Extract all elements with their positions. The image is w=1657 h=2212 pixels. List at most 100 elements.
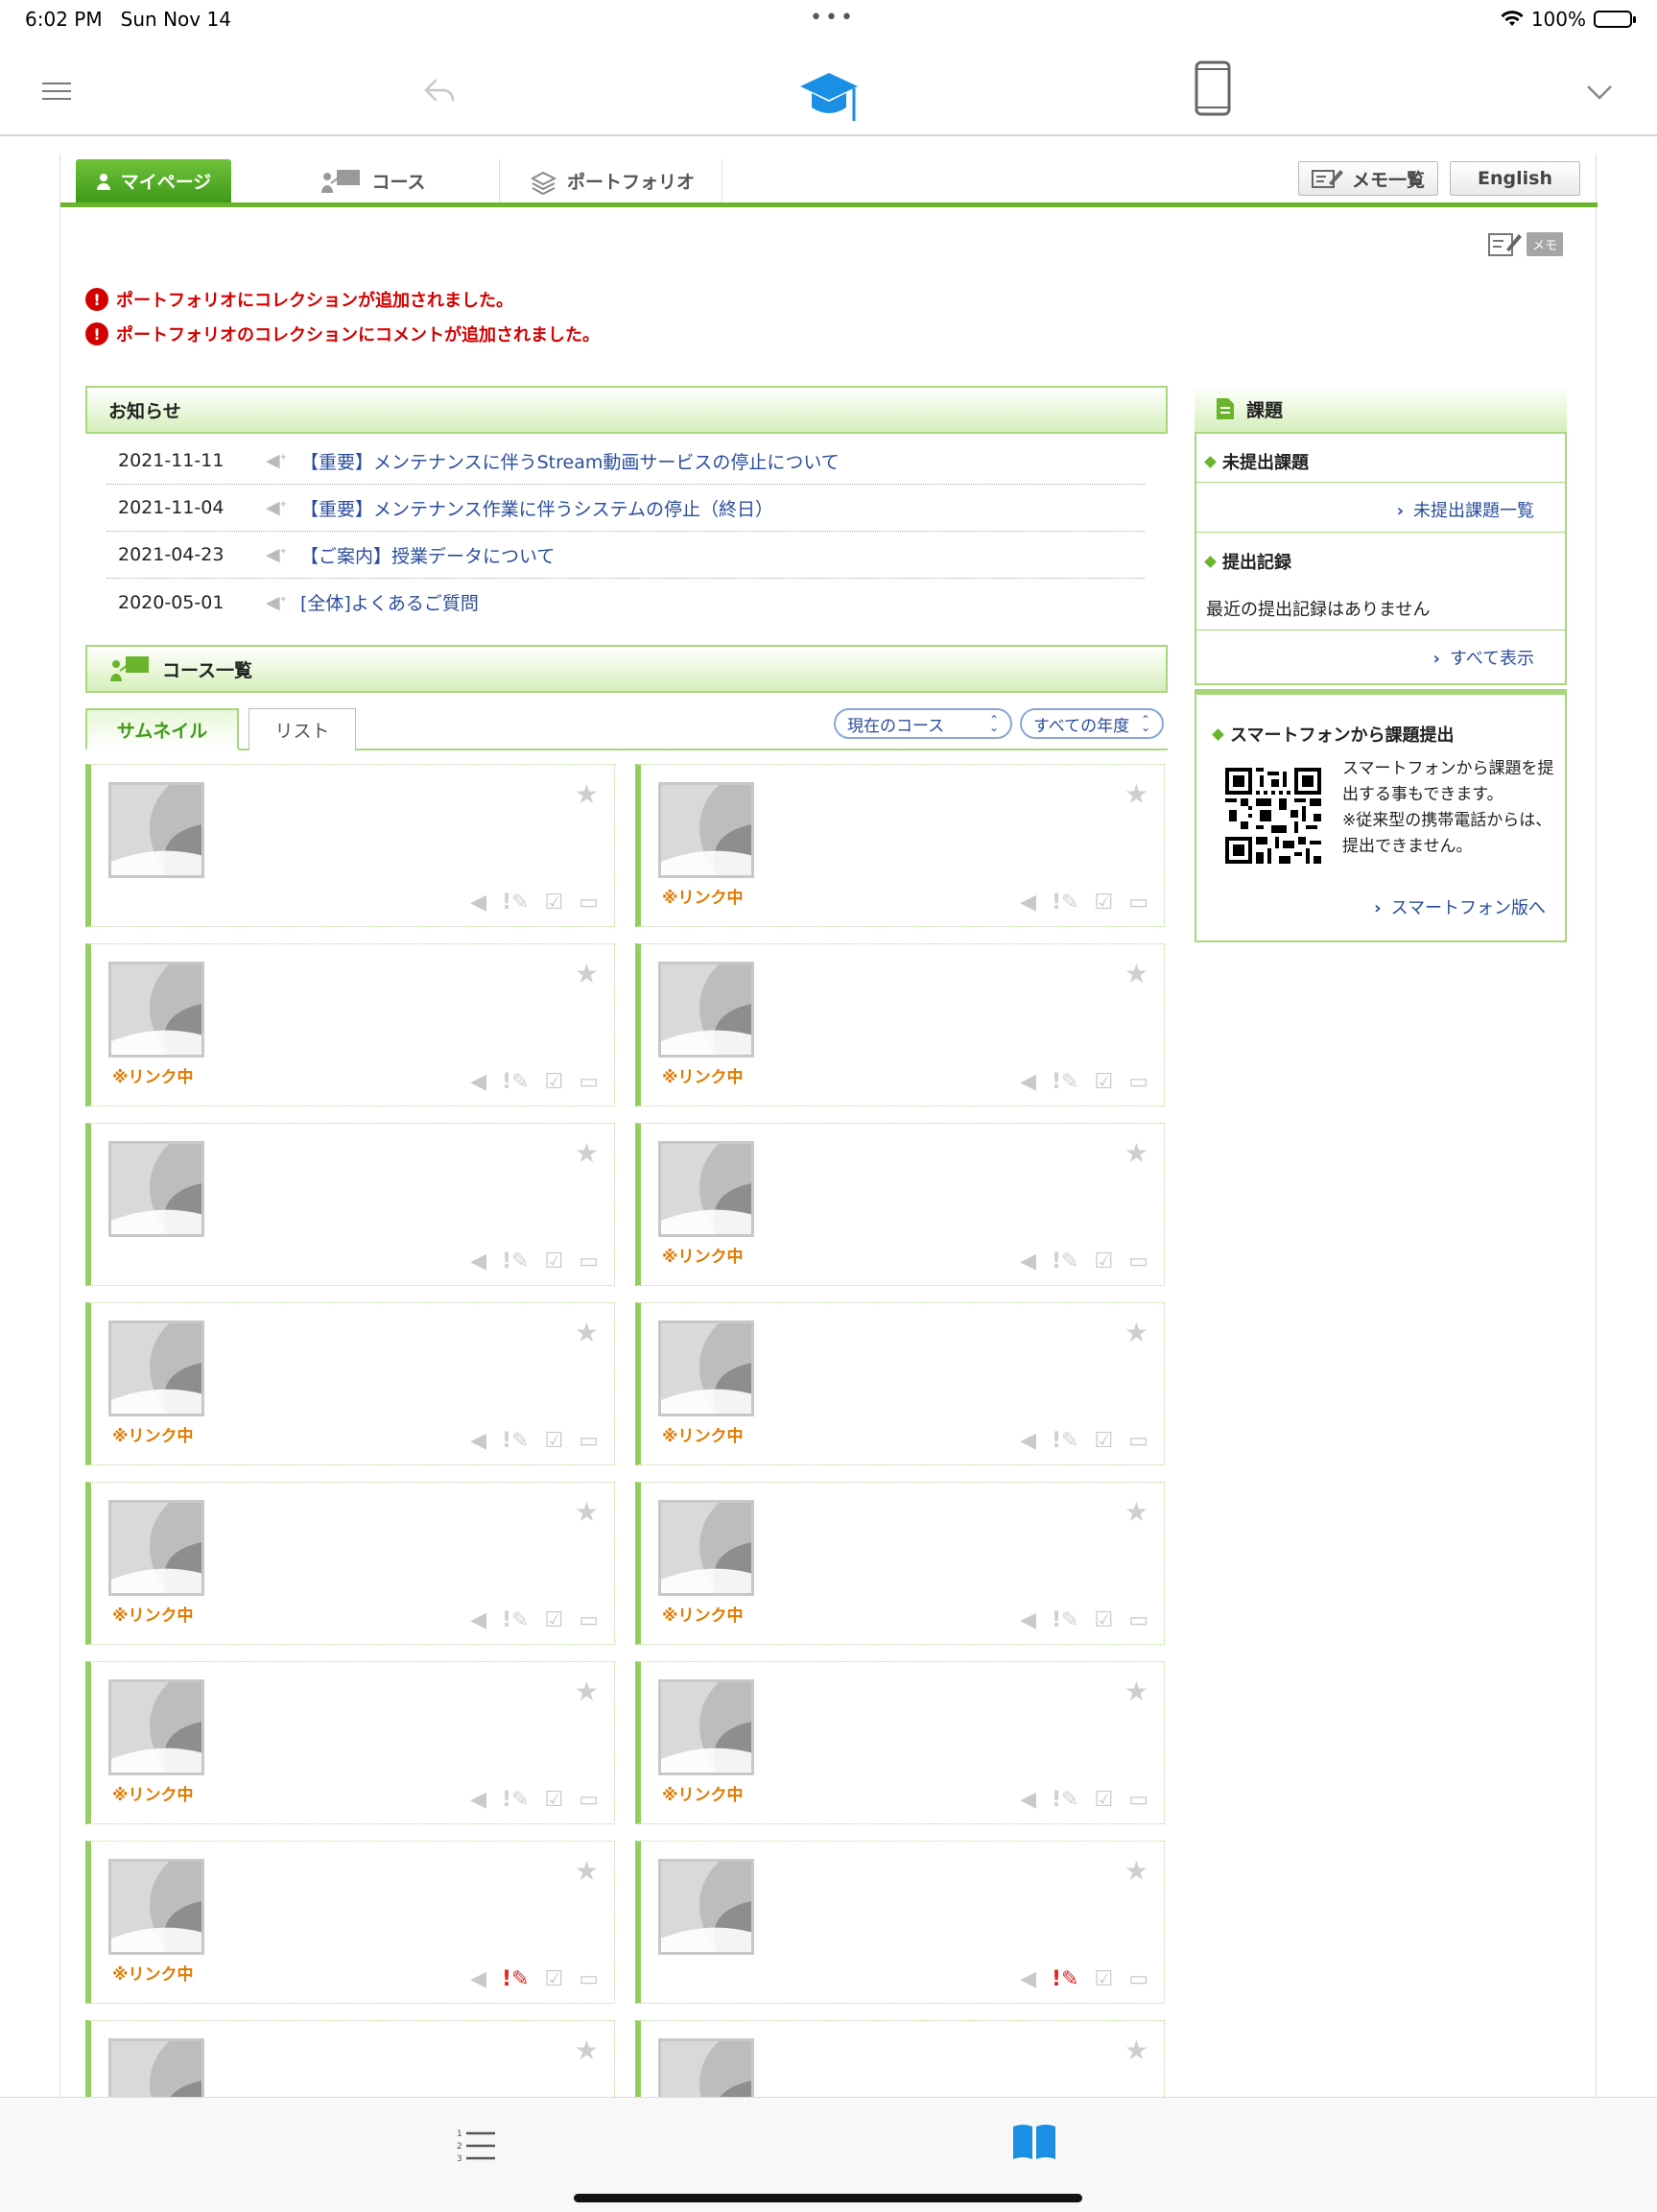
report-icon[interactable]: ☑ (1094, 1070, 1113, 1094)
year-select[interactable]: すべての年度 ⌃ ⌄ (1020, 708, 1164, 739)
course-card[interactable]: ★ ※リンク中 ◀︎ !✎ ☑ ▭ (635, 1661, 1165, 1824)
star-icon[interactable]: ★ (575, 2034, 599, 2066)
report-icon[interactable]: ☑ (544, 1249, 563, 1273)
news-link[interactable]: 【重要】メンテナンス作業に伴うシステムの停止（終日） (300, 495, 773, 521)
report-icon[interactable]: ☑ (1094, 1429, 1113, 1453)
alert-pencil-icon[interactable]: !✎ (1052, 1249, 1078, 1273)
course-card[interactable]: ★ ※リンク中 ◀︎ !✎ ☑ ▭ (85, 1302, 615, 1465)
course-thumbnail[interactable] (658, 1679, 754, 1775)
comment-icon[interactable]: ▭ (1128, 1608, 1148, 1632)
star-icon[interactable]: ★ (575, 958, 599, 989)
star-icon[interactable]: ★ (575, 1676, 599, 1707)
report-icon[interactable]: ☑ (544, 891, 563, 915)
tab-thumbnail[interactable]: サムネイル (85, 708, 239, 750)
course-thumbnail[interactable] (108, 1500, 204, 1596)
tab-course[interactable]: コース (247, 159, 500, 202)
comment-icon[interactable]: ▭ (579, 1967, 599, 1991)
speaker-icon[interactable]: ◀︎ (470, 1429, 486, 1453)
star-icon[interactable]: ★ (1124, 2034, 1148, 2066)
star-icon[interactable]: ★ (1124, 1496, 1148, 1528)
report-icon[interactable]: ☑ (544, 1429, 563, 1453)
course-card[interactable]: ★◀︎!✎☑▭ (85, 764, 615, 927)
course-thumbnail[interactable] (658, 1859, 754, 1955)
news-link[interactable]: 【重要】メンテナンスに伴うStream動画サービスの停止について (300, 448, 840, 474)
show-all-link[interactable]: › すべて表示 (1196, 645, 1565, 670)
report-icon[interactable]: ☑ (544, 1608, 563, 1632)
speaker-icon[interactable]: ◀︎ (1020, 1967, 1036, 1991)
course-card[interactable]: ★◀︎!✎☑▭ (85, 2020, 615, 2097)
course-card[interactable]: ★ ※リンク中 ◀︎ !✎ ☑ ▭ (635, 764, 1165, 927)
speaker-icon[interactable]: ◀︎ (1020, 1429, 1036, 1453)
comment-icon[interactable]: ▭ (1128, 1249, 1148, 1273)
course-card[interactable]: ★ ※リンク中 ◀︎ !✎ ☑ ▭ (635, 1302, 1165, 1465)
star-icon[interactable]: ★ (1124, 1137, 1148, 1169)
alert-pencil-icon[interactable]: !✎ (502, 1070, 529, 1094)
alert-pencil-icon[interactable]: !✎ (1052, 891, 1078, 915)
course-thumbnail[interactable] (658, 1141, 754, 1237)
alert-pencil-icon[interactable]: !✎ (1052, 1429, 1078, 1453)
comment-icon[interactable]: ▭ (579, 1429, 599, 1453)
report-icon[interactable]: ☑ (1094, 1967, 1113, 1991)
english-button[interactable]: English (1450, 161, 1580, 196)
report-icon[interactable]: ☑ (544, 1070, 563, 1094)
smartphone-icon[interactable] (1194, 59, 1232, 117)
report-icon[interactable]: ☑ (1094, 891, 1113, 915)
course-thumbnail[interactable] (108, 962, 204, 1058)
course-card[interactable]: ★ ◀︎ !✎ ☑ ▭ (85, 1123, 615, 1286)
comment-icon[interactable]: ▭ (579, 1070, 599, 1094)
report-icon[interactable]: ☑ (544, 1967, 563, 1991)
tab-mypage[interactable]: マイページ (76, 159, 231, 202)
alert-pencil-icon[interactable]: !✎ (502, 1967, 529, 1991)
course-card[interactable]: ★ ◀︎ !✎ ☑ ▭ (635, 1841, 1165, 2004)
comment-icon[interactable]: ▭ (579, 1788, 599, 1812)
course-thumbnail[interactable] (108, 782, 204, 878)
speaker-icon[interactable]: ◀︎ (1020, 1249, 1036, 1273)
star-icon[interactable]: ★ (575, 1317, 599, 1348)
course-card[interactable]: ★ ※リンク中 ◀︎ !✎ ☑ ▭ (85, 1661, 615, 1824)
alert-pencil-icon[interactable]: !✎ (502, 891, 529, 915)
course-thumbnail[interactable] (658, 1320, 754, 1416)
star-icon[interactable]: ★ (1124, 778, 1148, 810)
speaker-icon[interactable]: ◀︎ (470, 1249, 486, 1273)
star-icon[interactable]: ★ (1124, 1676, 1148, 1707)
open-book-icon[interactable] (1011, 2123, 1057, 2161)
alert-pencil-icon[interactable]: !✎ (502, 1608, 529, 1632)
speaker-icon[interactable]: ◀︎ (1020, 1788, 1036, 1812)
star-icon[interactable]: ★ (1124, 1317, 1148, 1348)
course-thumbnail[interactable] (108, 1141, 204, 1237)
report-icon[interactable]: ☑ (1094, 1608, 1113, 1632)
course-thumbnail[interactable] (108, 1859, 204, 1955)
comment-icon[interactable]: ▭ (1128, 1967, 1148, 1991)
course-card[interactable]: ★◀︎!✎☑▭ (635, 2020, 1165, 2097)
alert-message[interactable]: ! ポートフォリオのコレクションにコメントが追加されました。 (85, 317, 600, 351)
speaker-icon[interactable]: ◀︎ (470, 1070, 486, 1094)
memo-list-button[interactable]: メモ一覧 (1298, 161, 1438, 196)
speaker-icon[interactable]: ◀︎ (1020, 1070, 1036, 1094)
speaker-icon[interactable]: ◀︎ (470, 1608, 486, 1632)
news-link[interactable]: [全体]よくあるご質問 (300, 589, 479, 615)
course-card[interactable]: ★ ※リンク中 ◀︎ !✎ ☑ ▭ (635, 1482, 1165, 1645)
course-thumbnail[interactable] (108, 2038, 204, 2097)
comment-icon[interactable]: ▭ (579, 1608, 599, 1632)
star-icon[interactable]: ★ (575, 1137, 599, 1169)
report-icon[interactable]: ☑ (544, 1788, 563, 1812)
course-card[interactable]: ★ ※リンク中 ◀︎ !✎ ☑ ▭ (85, 943, 615, 1106)
news-link[interactable]: 【ご案内】授業データについて (300, 542, 555, 568)
speaker-icon[interactable]: ◀︎ (470, 1967, 486, 1991)
star-icon[interactable]: ★ (575, 1496, 599, 1528)
unsubmitted-link[interactable]: › 未提出課題一覧 (1196, 497, 1565, 522)
course-thumbnail[interactable] (658, 962, 754, 1058)
comment-icon[interactable]: ▭ (579, 1249, 599, 1273)
alert-pencil-icon[interactable]: !✎ (502, 1249, 529, 1273)
alert-pencil-icon[interactable]: !✎ (1052, 1967, 1078, 1991)
comment-icon[interactable]: ▭ (579, 891, 599, 915)
course-thumbnail[interactable] (658, 2038, 754, 2097)
speaker-icon[interactable]: ◀︎ (470, 1788, 486, 1812)
star-icon[interactable]: ★ (1124, 1855, 1148, 1887)
comment-icon[interactable]: ▭ (1128, 1788, 1148, 1812)
speaker-icon[interactable]: ◀︎ (1020, 891, 1036, 915)
tab-list[interactable]: リスト (249, 708, 356, 750)
comment-icon[interactable]: ▭ (1128, 1429, 1148, 1453)
report-icon[interactable]: ☑ (1094, 1788, 1113, 1812)
memo-button[interactable]: メモ (1488, 230, 1569, 257)
